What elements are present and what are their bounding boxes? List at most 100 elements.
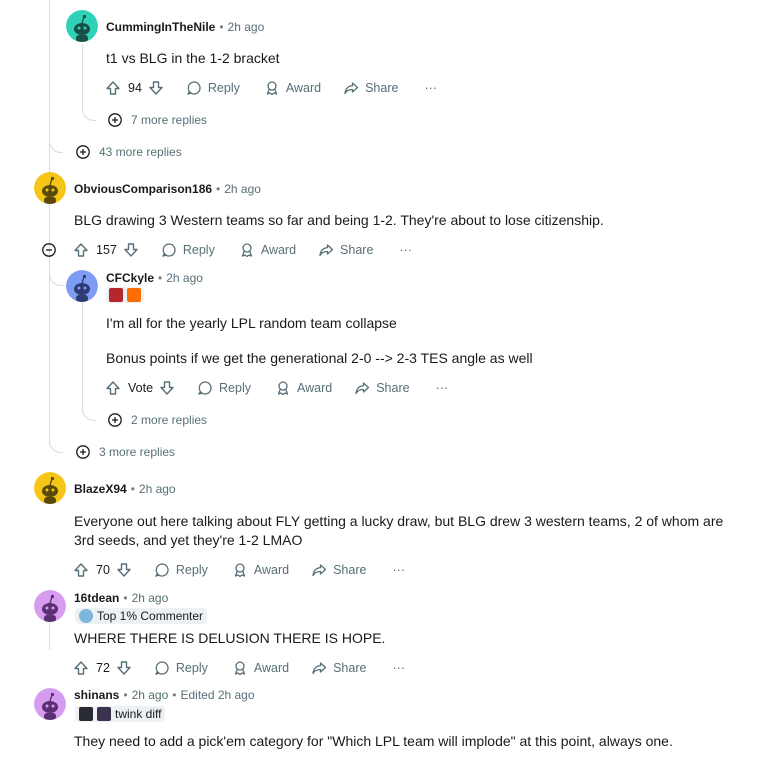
comment-body: 3rd seeds, and yet they're 1-2 LMAO [74, 532, 303, 548]
more-replies-label: 3 more replies [99, 445, 176, 459]
minus-circle-icon[interactable] [41, 242, 57, 258]
share-label: Share [333, 563, 367, 577]
more-replies-button[interactable]: 3 more replies [75, 444, 175, 460]
more-options-button[interactable]: ··· [399, 243, 412, 257]
avatar[interactable] [66, 270, 98, 302]
share-button[interactable]: Share [311, 562, 366, 578]
more-options-button[interactable]: ··· [392, 563, 405, 577]
snoo-avatar-icon [34, 688, 66, 720]
share-icon [318, 242, 334, 258]
more-replies-button[interactable]: 43 more replies [75, 144, 182, 160]
comment-icon [197, 380, 213, 396]
username[interactable]: ObviousComparison186 [74, 182, 212, 196]
share-button[interactable]: Share [318, 242, 373, 258]
more-options-button[interactable]: ··· [436, 381, 449, 395]
reply-button[interactable]: Reply [186, 80, 240, 96]
separator-dot: • [216, 182, 221, 196]
vote-group: 94 [105, 80, 164, 96]
downvote-icon[interactable] [116, 562, 132, 578]
timestamp[interactable]: 2h ago [228, 20, 265, 34]
username[interactable]: BlazeX94 [74, 482, 127, 496]
upvote-icon[interactable] [73, 562, 89, 578]
snoo-avatar-icon [66, 270, 98, 302]
avatar[interactable] [66, 10, 98, 42]
award-icon [232, 660, 248, 676]
downvote-icon[interactable] [123, 242, 139, 258]
reply-button[interactable]: Reply [161, 242, 215, 258]
share-button[interactable]: Share [311, 660, 366, 676]
award-button[interactable]: Award [264, 80, 321, 96]
upvote-icon[interactable] [105, 380, 121, 396]
fnatic-logo-icon [127, 288, 141, 302]
timestamp[interactable]: 2h ago [224, 182, 261, 196]
more-options-button[interactable]: ··· [392, 661, 405, 675]
comment-actions: Vote Reply Award Share ··· [105, 378, 448, 398]
snoo-avatar-icon [66, 10, 98, 42]
award-button[interactable]: Award [275, 380, 332, 396]
timestamp[interactable]: 2h ago [139, 482, 176, 496]
more-replies-label: 7 more replies [131, 113, 208, 127]
share-label: Share [365, 81, 399, 95]
thread-elbow [49, 258, 65, 286]
award-label: Award [297, 381, 333, 395]
downvote-icon[interactable] [159, 380, 175, 396]
share-button[interactable]: Share [354, 380, 410, 396]
award-button[interactable]: Award [232, 660, 289, 676]
comment-meta: CFCkyle • 2h ago [106, 271, 203, 285]
more-replies-button[interactable]: 2 more replies [107, 412, 207, 428]
comment-body: I'm all for the yearly LPL random team c… [106, 315, 397, 331]
award-label: Award [285, 81, 322, 95]
timestamp[interactable]: 2h ago [132, 688, 169, 702]
vote-group: 72 [73, 660, 132, 676]
award-label: Award [260, 243, 297, 257]
downvote-icon[interactable] [116, 660, 132, 676]
plus-circle-icon [107, 112, 123, 128]
separator-dot: • [123, 591, 128, 605]
award-button[interactable]: Award [232, 562, 289, 578]
avatar[interactable] [34, 472, 66, 504]
user-flair: twink diff [75, 706, 166, 722]
more-replies-button[interactable]: 7 more replies [107, 112, 207, 128]
upvote-icon[interactable] [73, 660, 89, 676]
username[interactable]: 16tdean [74, 591, 119, 605]
thread-line-c2 [49, 206, 50, 236]
comment-body: t1 vs BLG in the 1-2 bracket [106, 50, 280, 66]
award-icon [232, 562, 248, 578]
award-label: Award [253, 661, 290, 675]
award-button[interactable]: Award [239, 242, 296, 258]
more-replies-label: 43 more replies [99, 145, 182, 159]
username[interactable]: shinans [74, 688, 119, 702]
reply-button[interactable]: Reply [197, 380, 251, 396]
flair-image-icon [97, 707, 111, 721]
avatar[interactable] [34, 590, 66, 622]
thread-line-c5 [49, 620, 50, 650]
upvote-icon[interactable] [73, 242, 89, 258]
share-label: Share [340, 243, 374, 257]
vote-count: 72 [96, 661, 110, 675]
comment-meta: CummingInTheNile • 2h ago [106, 20, 264, 34]
reply-button[interactable]: Reply [154, 660, 208, 676]
avatar[interactable] [34, 688, 66, 720]
comment-body: WHERE THERE IS DELUSION THERE IS HOPE. [74, 630, 386, 646]
share-label: Share [333, 661, 367, 675]
more-options-button[interactable]: ··· [424, 81, 437, 95]
team-flair-icon [109, 288, 123, 302]
comment-meta: BlazeX94 • 2h ago [74, 482, 176, 496]
timestamp[interactable]: 2h ago [166, 271, 203, 285]
award-icon [264, 80, 280, 96]
share-button[interactable]: Share [343, 80, 398, 96]
username[interactable]: CFCkyle [106, 271, 154, 285]
separator-dot: • [158, 271, 163, 285]
reply-label: Reply [219, 381, 251, 395]
share-icon [343, 80, 359, 96]
downvote-icon[interactable] [148, 80, 164, 96]
vote-label: Vote [128, 381, 154, 395]
comment-actions: 72 Reply Award Share ··· [73, 658, 405, 678]
username[interactable]: CummingInTheNile [106, 20, 215, 34]
reply-button[interactable]: Reply [154, 562, 208, 578]
timestamp[interactable]: 2h ago [132, 591, 169, 605]
upvote-icon[interactable] [105, 80, 121, 96]
thread-elbow [49, 432, 63, 453]
more-replies-label: 2 more replies [131, 413, 208, 427]
avatar[interactable] [34, 172, 66, 204]
